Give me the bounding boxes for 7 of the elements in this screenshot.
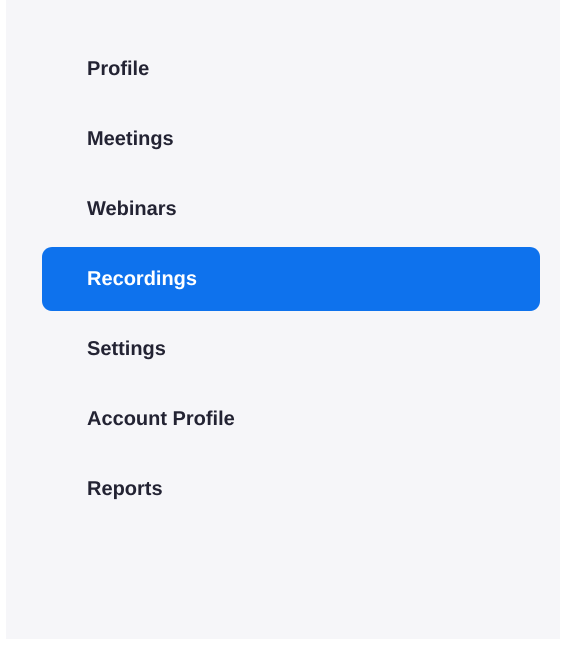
sidebar-item[interactable]: Settings xyxy=(42,317,540,381)
sidebar-item[interactable]: Recordings xyxy=(42,247,540,311)
sidebar-item[interactable]: Account Profile xyxy=(42,387,540,451)
sidebar-item[interactable]: Profile xyxy=(42,37,540,101)
sidebar-item[interactable]: Meetings xyxy=(42,107,540,171)
sidebar-item[interactable]: Reports xyxy=(42,457,540,521)
sidebar-item[interactable]: Webinars xyxy=(42,177,540,241)
